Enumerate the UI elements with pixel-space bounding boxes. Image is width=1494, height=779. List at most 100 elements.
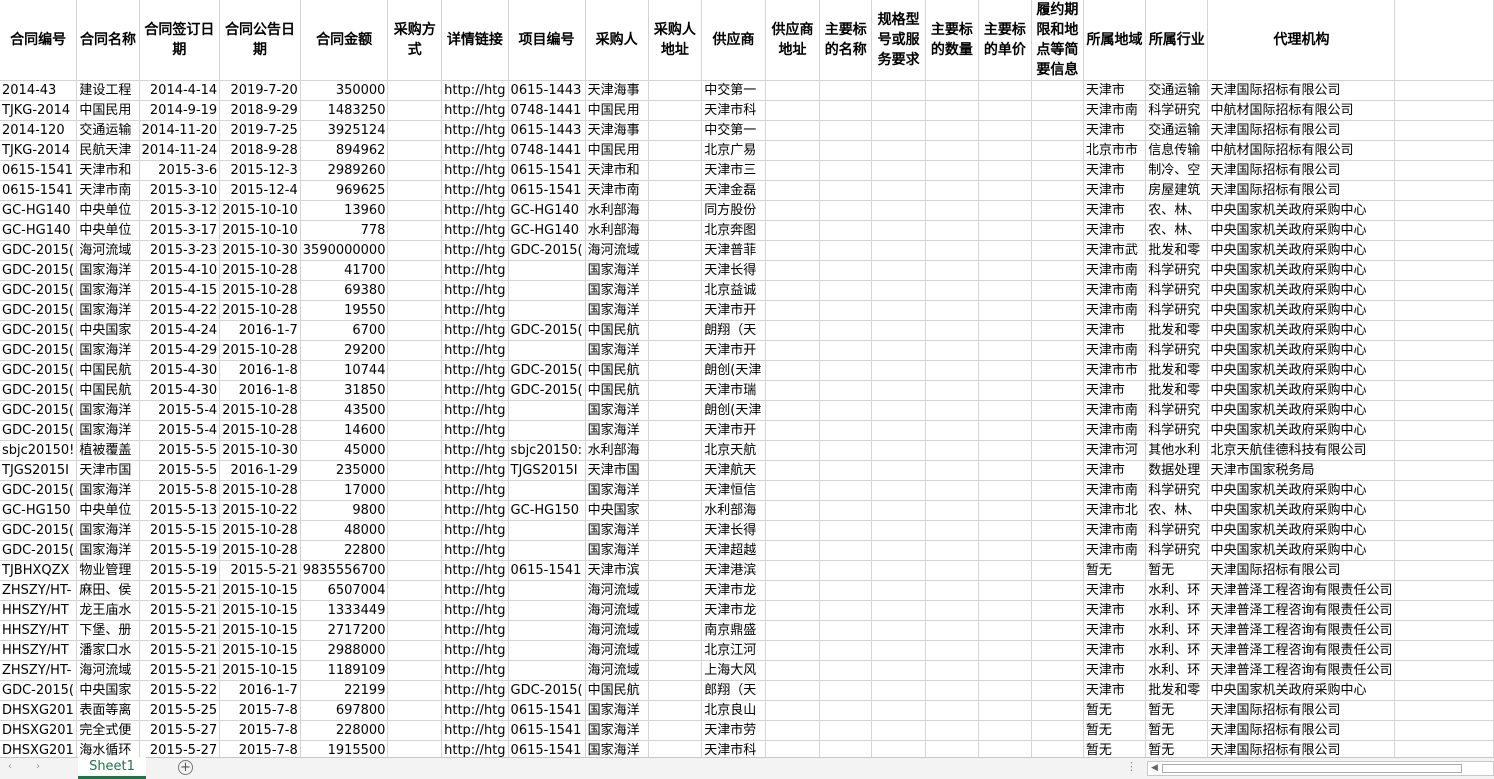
table-cell[interactable]: 天津市和 (585, 160, 649, 181)
table-cell[interactable]: 民航天津 (76, 140, 140, 161)
horizontal-scrollbar[interactable]: ◀ (1147, 761, 1494, 776)
table-cell[interactable]: 朗创(天津 (701, 360, 766, 381)
spreadsheet-grid[interactable]: 合同编号 合同名称 合同签订日期 合同公告日期 合同金额 采购方式 详情链接 项目编号 采购人采… (0, 0, 1494, 757)
table-cell[interactable] (978, 500, 1032, 521)
table-cell[interactable]: 31850 (300, 380, 389, 401)
table-cell[interactable] (819, 140, 873, 161)
table-cell[interactable] (387, 420, 443, 441)
table-cell[interactable] (978, 400, 1032, 421)
table-cell[interactable]: TJGS2015I (508, 460, 586, 481)
table-cell[interactable]: HHSZY/HT (0, 600, 78, 621)
table-cell[interactable] (387, 460, 443, 481)
table-cell[interactable] (648, 460, 703, 481)
table-cell[interactable] (819, 620, 873, 641)
table-cell[interactable] (871, 680, 926, 701)
table-cell[interactable] (925, 200, 979, 221)
table-cell[interactable] (387, 520, 443, 541)
table-cell[interactable]: 0615-1541 (508, 560, 586, 581)
table-cell-empty[interactable] (1394, 520, 1494, 541)
table-cell[interactable]: 中央国家机关政府采购中心 (1207, 680, 1396, 701)
table-cell[interactable] (925, 580, 979, 601)
table-cell[interactable]: HHSZY/HT (0, 620, 78, 641)
table-cell[interactable] (387, 540, 443, 561)
table-cell[interactable] (819, 100, 873, 121)
table-cell[interactable]: 45000 (300, 440, 389, 461)
table-cell[interactable]: 2015-10-28 (219, 400, 301, 421)
table-cell[interactable]: 0748-1441 (508, 100, 586, 121)
table-cell[interactable]: http://htg (441, 360, 509, 381)
table-cell[interactable]: 天津市国 (76, 460, 140, 481)
table-cell-empty[interactable] (1394, 500, 1494, 521)
table-cell-empty[interactable] (1394, 560, 1494, 581)
table-cell[interactable] (871, 160, 926, 181)
table-cell[interactable]: 国家海洋 (76, 540, 140, 561)
table-cell[interactable]: 0748-1441 (508, 140, 586, 161)
table-cell[interactable]: 科学研究 (1145, 420, 1209, 441)
table-cell[interactable]: 2015-10-30 (219, 440, 301, 461)
table-cell[interactable]: 水利、环 (1145, 640, 1209, 661)
table-cell[interactable] (387, 260, 443, 281)
table-cell[interactable] (978, 740, 1032, 757)
table-cell[interactable] (819, 380, 873, 401)
table-cell[interactable]: GC-HG150 (508, 500, 586, 521)
table-cell[interactable]: 2015-5-22 (139, 680, 221, 701)
table-cell[interactable] (648, 280, 703, 301)
table-cell[interactable]: 9835556700 (300, 560, 389, 581)
table-cell[interactable]: http://htg (441, 320, 509, 341)
table-cell[interactable]: 农、林、 (1145, 220, 1209, 241)
table-cell[interactable]: 2015-7-8 (219, 740, 301, 757)
table-cell[interactable]: 海河流域 (585, 620, 649, 641)
table-cell[interactable]: 中国民航 (76, 380, 140, 401)
table-cell[interactable]: 17000 (300, 480, 389, 501)
table-cell[interactable]: 2015-10-10 (219, 200, 301, 221)
table-cell[interactable]: 天津市开 (701, 300, 766, 321)
table-cell[interactable]: 2016-1-7 (219, 680, 301, 701)
table-cell[interactable]: TJBHXQZX (0, 560, 78, 581)
table-cell[interactable]: 天津市 (1083, 460, 1147, 481)
table-cell[interactable] (1031, 680, 1084, 701)
column-header[interactable]: 主要标的名称 (819, 0, 873, 81)
table-cell[interactable] (925, 400, 979, 421)
table-cell[interactable]: 中央国家 (585, 500, 649, 521)
table-cell[interactable] (1031, 600, 1084, 621)
table-cell[interactable] (387, 620, 443, 641)
table-cell[interactable] (1031, 160, 1084, 181)
table-cell[interactable]: 2019-7-25 (219, 120, 301, 141)
table-cell[interactable] (648, 640, 703, 661)
table-cell[interactable] (765, 160, 821, 181)
table-cell[interactable] (648, 180, 703, 201)
table-cell[interactable] (1031, 180, 1084, 201)
table-cell[interactable]: 0615-1541 (508, 160, 586, 181)
table-cell[interactable]: 0615-1541 (508, 720, 586, 741)
table-cell[interactable] (925, 320, 979, 341)
table-cell[interactable]: 交通运输 (1145, 120, 1209, 141)
table-cell[interactable]: 海河流域 (76, 240, 140, 261)
table-cell[interactable] (508, 300, 586, 321)
table-cell[interactable] (978, 680, 1032, 701)
table-cell[interactable] (978, 320, 1032, 341)
table-cell[interactable] (1031, 380, 1084, 401)
table-cell[interactable] (819, 400, 873, 421)
table-cell[interactable]: 235000 (300, 460, 389, 481)
table-cell[interactable]: 海河流域 (585, 600, 649, 621)
table-cell[interactable]: 天津市河 (1083, 440, 1147, 461)
table-cell[interactable]: 国家海洋 (585, 700, 649, 721)
table-cell[interactable]: 天津金磊 (701, 180, 766, 201)
table-cell[interactable] (387, 360, 443, 381)
table-cell[interactable] (1031, 320, 1084, 341)
table-cell[interactable] (387, 580, 443, 601)
table-cell[interactable] (1031, 720, 1084, 741)
table-cell[interactable]: GDC-2015( (0, 340, 78, 361)
table-cell[interactable]: GC-HG140 (508, 200, 586, 221)
table-cell[interactable]: 2016-1-29 (219, 460, 301, 481)
table-cell[interactable] (765, 120, 821, 141)
scroll-tabs-right-icon[interactable]: › (36, 761, 40, 772)
table-cell[interactable]: 2015-3-17 (139, 220, 221, 241)
table-cell[interactable] (925, 80, 979, 101)
table-cell[interactable]: 中央国家 (76, 320, 140, 341)
table-cell[interactable] (978, 200, 1032, 221)
table-cell[interactable]: 国家海洋 (585, 300, 649, 321)
table-cell[interactable] (819, 260, 873, 281)
table-cell[interactable] (871, 220, 926, 241)
table-cell[interactable] (925, 260, 979, 281)
